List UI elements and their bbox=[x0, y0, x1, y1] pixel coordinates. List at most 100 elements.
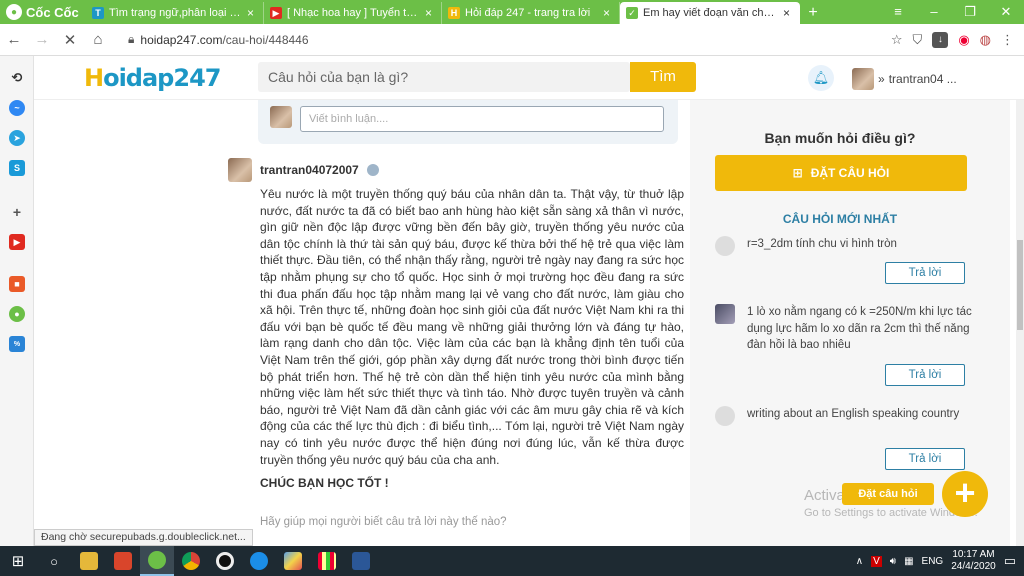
newest-questions-heading: CÂU HỎI MỚI NHẤT bbox=[782, 212, 898, 226]
discount-icon[interactable]: % bbox=[9, 336, 25, 352]
clock[interactable]: 10:17 AM 24/4/2020 bbox=[951, 549, 996, 573]
taskbar-zalo[interactable] bbox=[242, 546, 276, 576]
question-text[interactable]: writing about an English speaking countr… bbox=[747, 406, 972, 423]
tab-close-icon[interactable]: × bbox=[783, 6, 793, 20]
comment-input[interactable]: Viết bình luận.... bbox=[300, 106, 664, 132]
list-item: r=3_2dm tính chu vi hình tròn Trả lời bbox=[715, 236, 970, 286]
list-item: writing about an English speaking countr… bbox=[715, 406, 970, 472]
url-host: hoidap247.com bbox=[140, 32, 223, 47]
coccoc-sidebar-icon[interactable]: ● bbox=[9, 306, 25, 322]
browser-tab-bar: ● Cốc Cốc T Tìm trạng ngữ,phân loại các … bbox=[0, 0, 1024, 24]
youtube-icon: ▶ bbox=[270, 7, 282, 19]
taskbar-app-red[interactable] bbox=[106, 546, 140, 576]
ask-question-button[interactable]: ⊞ ĐẶT CÂU HỎI bbox=[715, 155, 967, 191]
new-tab-button[interactable]: + bbox=[800, 2, 826, 24]
tab-1[interactable]: T Tìm trạng ngữ,phân loại các t × bbox=[86, 2, 264, 24]
avatar[interactable] bbox=[228, 158, 252, 182]
tab-label: [ Nhạc hoa hay ] Tuyển tập nh bbox=[287, 7, 420, 19]
answer-closing: CHÚC BẠN HỌC TỐT ! bbox=[260, 476, 389, 490]
search-button[interactable]: Tìm bbox=[630, 62, 696, 92]
kebab-menu-icon[interactable]: ⋮ bbox=[1001, 32, 1014, 48]
record-icon bbox=[216, 552, 234, 570]
floating-plus-button[interactable]: + bbox=[942, 471, 988, 517]
question-text[interactable]: r=3_2dm tính chu vi hình tròn bbox=[747, 236, 972, 253]
time: 10:17 AM bbox=[952, 549, 995, 560]
youtube-sidebar-icon[interactable]: ▶ bbox=[9, 234, 25, 250]
site-header: Hoidap247 Câu hỏi của bạn là gì? Tìm 🔔︎ … bbox=[34, 56, 1024, 100]
stop-icon[interactable]: ✕ bbox=[56, 31, 84, 49]
menu-icon[interactable]: ≡ bbox=[880, 0, 916, 24]
comment-box: Viết bình luận.... bbox=[258, 100, 678, 144]
network-icon[interactable]: ▦ bbox=[904, 556, 913, 567]
zalo-icon bbox=[250, 552, 268, 570]
reply-button[interactable]: Trả lời bbox=[885, 448, 965, 470]
lock-icon: 🔒︎ bbox=[128, 32, 135, 46]
browser-logo[interactable]: ● Cốc Cốc bbox=[0, 0, 86, 24]
question-text[interactable]: 1 lò xo nằm ngang có k =250N/m khi lực t… bbox=[747, 304, 972, 354]
profile-icon[interactable]: ◍ bbox=[980, 32, 991, 48]
taskbar-chrome[interactable] bbox=[174, 546, 208, 576]
notification-icon[interactable]: ▭ bbox=[1004, 553, 1016, 569]
taskbar-paint[interactable] bbox=[276, 546, 310, 576]
shopping-icon[interactable]: ■ bbox=[9, 276, 25, 292]
language-indicator[interactable]: ENG bbox=[922, 556, 944, 567]
folder-icon bbox=[80, 552, 98, 570]
tab-label: Hỏi đáp 247 - trang tra lời bbox=[465, 7, 591, 19]
coccoc-icon: ● bbox=[6, 4, 22, 20]
search-icon[interactable]: ○ bbox=[36, 554, 72, 569]
site-logo[interactable]: Hoidap247 bbox=[84, 64, 221, 92]
chat-plus-icon: ⊞ bbox=[792, 166, 803, 180]
skype-icon[interactable]: S bbox=[9, 160, 25, 176]
history-icon[interactable]: ⟲ bbox=[9, 70, 25, 86]
floating-ask-label[interactable]: Đặt câu hỏi bbox=[842, 483, 934, 505]
home-icon[interactable]: ⌂ bbox=[84, 31, 112, 48]
download-icon[interactable]: ↓ bbox=[932, 31, 949, 48]
add-icon[interactable]: + bbox=[9, 204, 25, 220]
user-menu[interactable]: » trantran04 ... bbox=[852, 68, 957, 90]
bookmark-star-icon[interactable]: ☆ bbox=[891, 32, 903, 48]
avatar bbox=[715, 406, 735, 426]
bell-icon[interactable]: 🔔︎ bbox=[808, 65, 834, 91]
tab-3[interactable]: H Hỏi đáp 247 - trang tra lời × bbox=[442, 2, 620, 24]
extension-icon[interactable]: ◉ bbox=[958, 32, 969, 48]
scrollbar-thumb[interactable] bbox=[1017, 240, 1023, 330]
unikey-icon[interactable]: V bbox=[871, 555, 882, 567]
rank-badge-icon bbox=[366, 164, 379, 176]
address-bar: ← → ✕ ⌂ 🔒︎ hoidap247.com/cau-hoi/448446 … bbox=[0, 24, 1024, 56]
tab-close-icon[interactable]: × bbox=[603, 6, 613, 20]
shield-icon[interactable]: ⛉ bbox=[913, 32, 923, 48]
tab-4-active[interactable]: ✓ Em hay viết đoạn văn chứng m × bbox=[620, 2, 800, 24]
page-scrollbar[interactable] bbox=[1016, 100, 1024, 546]
avatar bbox=[270, 106, 292, 128]
taskbar-record[interactable] bbox=[208, 546, 242, 576]
browser-name: Cốc Cốc bbox=[26, 4, 79, 20]
restore-icon[interactable]: ❐ bbox=[952, 0, 988, 24]
author-name[interactable]: trantran04072007 bbox=[260, 163, 359, 177]
tab-close-icon[interactable]: × bbox=[247, 6, 257, 20]
url-field[interactable]: 🔒︎ hoidap247.com/cau-hoi/448446 bbox=[128, 32, 891, 47]
back-arrow-icon[interactable]: ← bbox=[0, 31, 28, 48]
minimize-icon[interactable]: – bbox=[916, 0, 952, 24]
forward-arrow-icon[interactable]: → bbox=[28, 31, 56, 48]
messenger-icon[interactable]: ~ bbox=[9, 100, 25, 116]
chevron-up-icon[interactable]: ∧ bbox=[856, 556, 863, 567]
telegram-icon[interactable]: ➤ bbox=[9, 130, 25, 146]
taskbar-media[interactable] bbox=[310, 546, 344, 576]
taskbar-word[interactable] bbox=[344, 546, 378, 576]
main-content: Viết bình luận.... trantran04072007 Yêu … bbox=[34, 100, 690, 546]
tab-2[interactable]: ▶ [ Nhạc hoa hay ] Tuyển tập nh × bbox=[264, 2, 442, 24]
taskbar-file-explorer[interactable] bbox=[72, 546, 106, 576]
taskbar-coccoc[interactable] bbox=[140, 546, 174, 576]
avatar bbox=[715, 236, 735, 256]
reply-button[interactable]: Trả lời bbox=[885, 262, 965, 284]
windows-start-icon[interactable]: ⊞ bbox=[0, 552, 36, 570]
tab-close-icon[interactable]: × bbox=[425, 6, 435, 20]
close-window-icon[interactable]: ✕ bbox=[988, 0, 1024, 24]
volume-icon[interactable]: 🔊︎ bbox=[890, 556, 896, 567]
answer-author: trantran04072007 bbox=[228, 158, 379, 182]
search-input[interactable]: Câu hỏi của bạn là gì? bbox=[258, 62, 630, 92]
reply-button[interactable]: Trả lời bbox=[885, 364, 965, 386]
avatar bbox=[852, 68, 874, 90]
coccoc-icon bbox=[148, 551, 166, 569]
list-item: 1 lò xo nằm ngang có k =250N/m khi lực t… bbox=[715, 304, 972, 390]
